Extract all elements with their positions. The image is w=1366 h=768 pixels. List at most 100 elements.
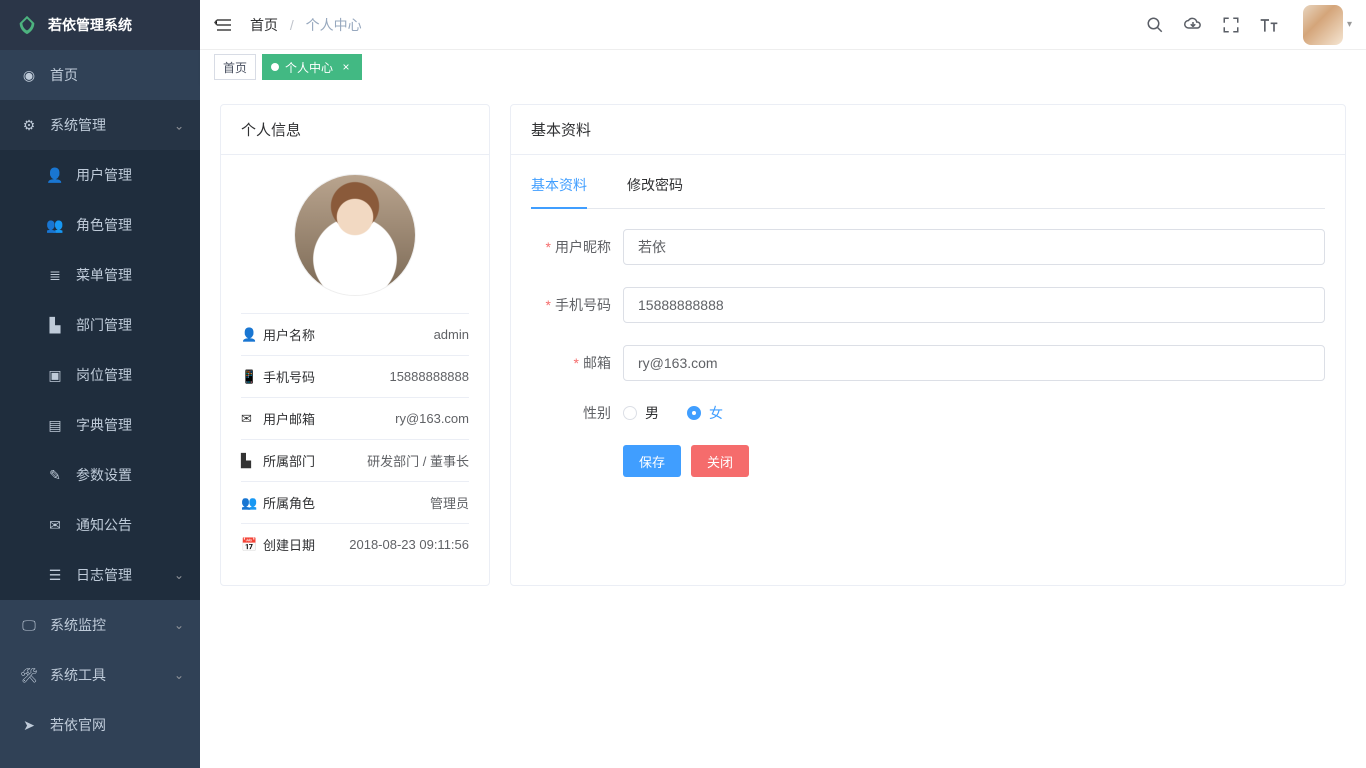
profile-avatar[interactable] — [295, 175, 415, 295]
info-row-phone: 📱手机号码15888888888 — [241, 356, 469, 398]
sidebar-item-role-mgmt[interactable]: 👥 角色管理 — [0, 200, 200, 250]
user-icon: 👤 — [46, 167, 64, 184]
sidebar-item-label: 岗位管理 — [76, 365, 132, 385]
sidebar-item-label: 通知公告 — [76, 515, 132, 535]
chevron-down-icon: ⌄ — [174, 618, 184, 632]
sidebar-item-menu-mgmt[interactable]: ≣菜单管理 — [0, 250, 200, 300]
profile-info-card: 个人信息 👤用户名称admin 📱手机号码15888888888 ✉用户邮箱ry… — [220, 104, 490, 586]
fontsize-button[interactable] — [1259, 15, 1279, 35]
breadcrumb: 首页 / 个人中心 — [250, 15, 362, 35]
tab-profile[interactable]: 个人中心 × — [262, 54, 362, 80]
tab-label: 个人中心 — [285, 59, 333, 76]
phone-icon: 📱 — [241, 369, 257, 385]
sidebar-item-label: 系统管理 — [50, 115, 106, 135]
tab-label: 首页 — [223, 59, 247, 76]
gender-radio-group: 男 女 — [623, 403, 723, 423]
cloud-download-icon — [1184, 16, 1202, 34]
send-icon: ➤ — [20, 717, 38, 734]
sidebar-item-label: 字典管理 — [76, 415, 132, 435]
book-icon: ▤ — [46, 417, 64, 434]
info-row-role: 👥所属角色管理员 — [241, 482, 469, 524]
sidebar-item-tool[interactable]: 🛠 系统工具 ⌄ — [0, 650, 200, 700]
message-icon: ✉ — [46, 517, 64, 534]
sidebar-toggle[interactable] — [214, 15, 234, 35]
card-title: 基本资料 — [511, 105, 1345, 155]
phone-input[interactable] — [623, 287, 1325, 323]
users-icon: 👥 — [241, 495, 257, 511]
search-icon — [1146, 16, 1164, 34]
dashboard-icon: ◉ — [20, 67, 38, 84]
tool-icon: 🛠 — [20, 667, 38, 684]
sidebar-item-param-mgmt[interactable]: ✎参数设置 — [0, 450, 200, 500]
sidebar-item-label: 日志管理 — [76, 565, 132, 585]
sidebar-item-dict-mgmt[interactable]: ▤ 字典管理 — [0, 400, 200, 450]
close-button[interactable]: 关闭 — [691, 445, 749, 477]
form-tabs: 基本资料 修改密码 — [531, 175, 1325, 209]
list-icon: ≣ — [46, 267, 64, 284]
sidebar-item-home[interactable]: ◉ 首页 — [0, 50, 200, 100]
sidebar-item-monitor[interactable]: 🖵 系统监控 ⌄ — [0, 600, 200, 650]
tabs-bar: 首页 个人中心 × — [200, 50, 1366, 84]
sitemap-icon: ▙ — [241, 453, 257, 469]
text-size-icon — [1259, 16, 1279, 34]
search-button[interactable] — [1145, 15, 1165, 35]
sidebar-item-user-mgmt[interactable]: 👤用户管理 — [0, 150, 200, 200]
info-row-created: 📅创建日期2018-08-23 09:11:56 — [241, 524, 469, 565]
nick-input[interactable] — [623, 229, 1325, 265]
sidebar-item-notice-mgmt[interactable]: ✉ 通知公告 — [0, 500, 200, 550]
breadcrumb-current: 个人中心 — [306, 17, 362, 33]
mail-icon: ✉ — [241, 411, 257, 427]
info-list: 👤用户名称admin 📱手机号码15888888888 ✉用户邮箱ry@163.… — [241, 313, 469, 565]
sidebar-item-system[interactable]: ⚙ 系统管理 ⌃ — [0, 100, 200, 150]
navbar: 首页 / 个人中心 ▾ — [200, 0, 1366, 50]
user-menu[interactable]: ▾ — [1303, 5, 1352, 45]
tab-basic-info[interactable]: 基本资料 — [531, 175, 587, 209]
tab-close-button[interactable]: × — [339, 60, 353, 74]
tab-home[interactable]: 首页 — [214, 54, 256, 80]
chevron-up-icon: ⌃ — [174, 118, 184, 132]
sidebar-item-label: 首页 — [50, 65, 78, 85]
tab-change-pwd[interactable]: 修改密码 — [627, 175, 683, 208]
breadcrumb-home[interactable]: 首页 — [250, 17, 278, 33]
hamburger-icon — [214, 15, 234, 35]
users-icon: 👥 — [46, 217, 64, 234]
sidebar-item-log-mgmt[interactable]: ☰ 日志管理 ⌄ — [0, 550, 200, 600]
sidebar-item-website[interactable]: ➤ 若依官网 — [0, 700, 200, 750]
log-icon: ☰ — [46, 567, 64, 584]
app-title: 若依管理系统 — [48, 15, 132, 35]
sidebar: 若依管理系统 ◉ 首页 ⚙ 系统管理 ⌃ 👤用户管理 👥 角色管理 ≣菜单管理 ▙… — [0, 0, 200, 768]
logo-icon — [16, 14, 38, 36]
post-icon: ▣ — [46, 367, 64, 384]
info-row-dept: ▙所属部门研发部门 / 董事长 — [241, 440, 469, 482]
monitor-icon: 🖵 — [20, 617, 38, 634]
avatar — [1303, 5, 1343, 45]
info-row-email: ✉用户邮箱ry@163.com — [241, 398, 469, 440]
basic-info-card: 基本资料 基本资料 修改密码 *用户昵称 *手机号码 — [510, 104, 1346, 586]
info-row-username: 👤用户名称admin — [241, 314, 469, 356]
app-logo[interactable]: 若依管理系统 — [0, 0, 200, 50]
sidebar-item-label: 系统工具 — [50, 665, 106, 685]
user-icon: 👤 — [241, 327, 257, 343]
chevron-down-icon: ⌄ — [174, 568, 184, 582]
card-title: 个人信息 — [221, 105, 489, 155]
fullscreen-button[interactable] — [1221, 15, 1241, 35]
sidebar-item-label: 系统监控 — [50, 615, 106, 635]
sidebar-item-label: 角色管理 — [76, 215, 132, 235]
gear-icon: ⚙ — [20, 117, 38, 134]
sitemap-icon: ▙ — [46, 317, 64, 334]
email-input[interactable] — [623, 345, 1325, 381]
calendar-icon: 📅 — [241, 537, 257, 553]
gender-label: 性别 — [531, 403, 611, 423]
sidebar-item-label: 若依官网 — [50, 715, 106, 735]
nick-label: *用户昵称 — [531, 237, 611, 257]
radio-icon — [687, 406, 701, 420]
sidebar-item-post-mgmt[interactable]: ▣ 岗位管理 — [0, 350, 200, 400]
gender-male-radio[interactable]: 男 — [623, 403, 659, 423]
gender-female-radio[interactable]: 女 — [687, 403, 723, 423]
phone-label: *手机号码 — [531, 295, 611, 315]
download-button[interactable] — [1183, 15, 1203, 35]
save-button[interactable]: 保存 — [623, 445, 681, 477]
sidebar-item-label: 部门管理 — [76, 315, 132, 335]
sidebar-item-dept-mgmt[interactable]: ▙ 部门管理 — [0, 300, 200, 350]
email-label: *邮箱 — [531, 353, 611, 373]
